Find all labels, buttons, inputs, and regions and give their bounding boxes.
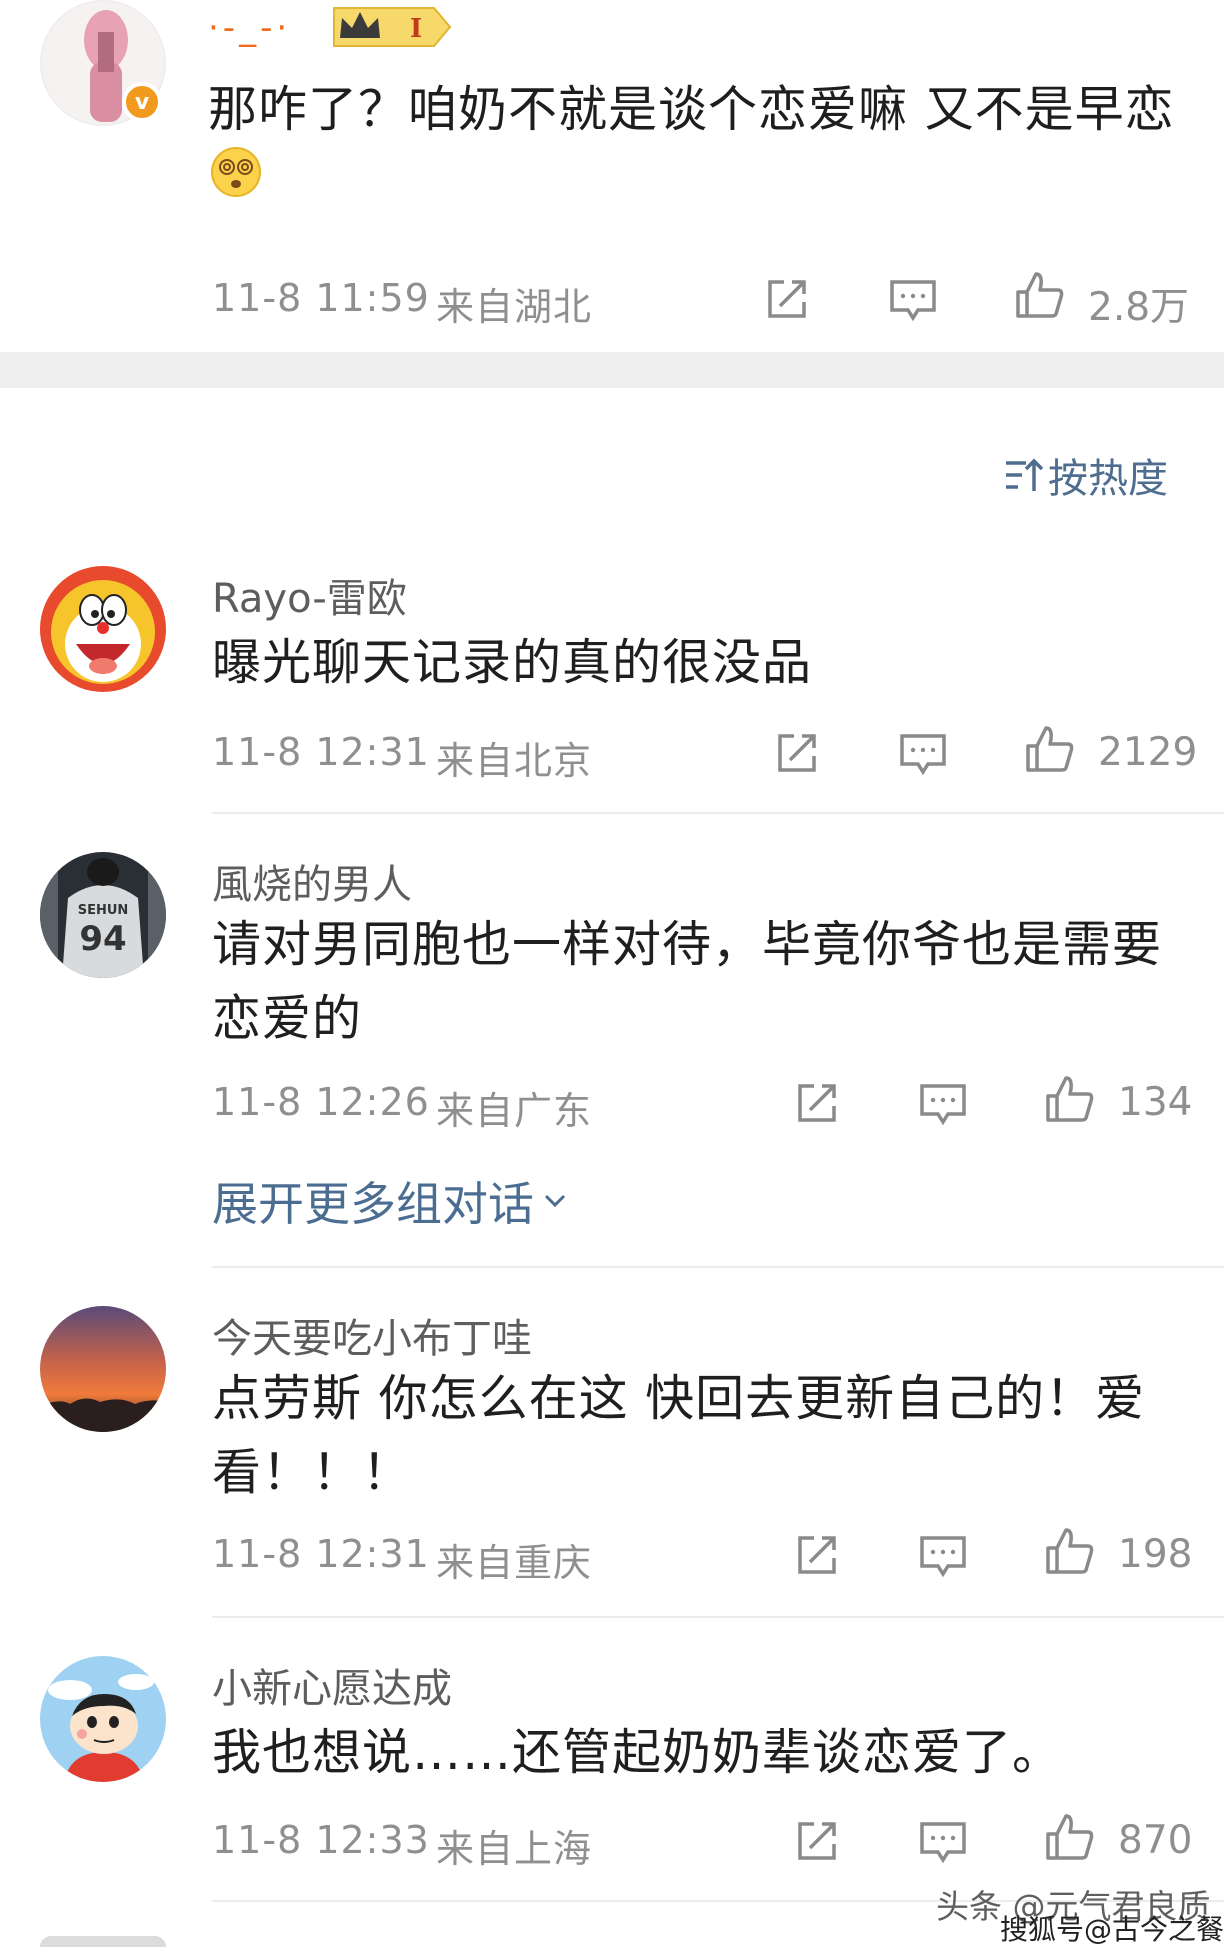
- avatar[interactable]: [40, 1936, 166, 1947]
- like-icon[interactable]: [1014, 270, 1064, 320]
- share-icon[interactable]: [792, 1816, 842, 1866]
- user-name[interactable]: ·-_-·: [208, 8, 291, 48]
- like-count: 134: [1118, 1080, 1193, 1125]
- like-icon[interactable]: [1044, 1526, 1094, 1576]
- comment-location: 来自上海: [436, 1827, 593, 1871]
- comment-icon[interactable]: [918, 1530, 968, 1580]
- like-icon[interactable]: [1024, 724, 1074, 774]
- comment-text: 我也想说……还管起奶奶辈谈恋爱了。: [212, 1724, 1063, 1781]
- like-count: 2.8万: [1088, 285, 1190, 330]
- comment-text: 曝光聊天记录的真的很没品: [212, 634, 813, 691]
- commenter-name[interactable]: 小新心愿达成: [212, 1656, 452, 1714]
- post-time: 11-8 11:59: [212, 276, 430, 320]
- avatar[interactable]: SEHUN 94: [40, 852, 166, 978]
- comment-location: 来自广东: [436, 1089, 593, 1133]
- avatar-image: SEHUN 94: [40, 852, 166, 978]
- like-count: 198: [1118, 1532, 1193, 1577]
- commenter-name[interactable]: 今天要吃小布丁哇: [212, 1306, 532, 1364]
- comment-time: 11-8 12:33: [212, 1818, 430, 1862]
- level-badge: I: [330, 4, 454, 50]
- chevron-down-icon: [544, 1194, 566, 1208]
- sort-button[interactable]: 按热度: [1004, 446, 1168, 504]
- comment-icon[interactable]: [888, 274, 938, 324]
- sort-icon: [1006, 458, 1044, 491]
- avatar-image: [40, 1656, 166, 1782]
- share-icon[interactable]: [772, 728, 822, 778]
- comment-icon[interactable]: [918, 1816, 968, 1866]
- expand-conversation-link[interactable]: 展开更多组对话: [212, 1168, 572, 1234]
- share-icon[interactable]: [792, 1530, 842, 1580]
- expand-label: 展开更多组对话: [212, 1177, 534, 1231]
- comment-time: 11-8 12:31: [212, 730, 430, 774]
- like-count: 870: [1118, 1818, 1193, 1863]
- commenter-name[interactable]: 風烧的男人: [212, 852, 412, 910]
- comment-time: 11-8 12:26: [212, 1080, 430, 1124]
- comment-icon[interactable]: [918, 1078, 968, 1128]
- share-icon[interactable]: [792, 1078, 842, 1128]
- like-icon[interactable]: [1044, 1074, 1094, 1124]
- like-icon[interactable]: [1044, 1812, 1094, 1862]
- comment-location: 来自北京: [436, 739, 593, 783]
- sort-label: 按热度: [1048, 456, 1168, 502]
- comment-text-line-2: 看！！！: [212, 1444, 413, 1501]
- svg-text:94: 94: [79, 919, 126, 959]
- jersey-text: SEHUN: [78, 903, 129, 918]
- level-text: I: [410, 14, 422, 44]
- divider: [212, 812, 1224, 814]
- verified-icon: v: [122, 82, 162, 122]
- watermark-sohu: 搜狐号@古今之餐: [1000, 1913, 1224, 1946]
- section-divider: [0, 352, 1224, 388]
- comment-icon[interactable]: [898, 728, 948, 778]
- avatar[interactable]: [40, 1306, 166, 1432]
- comment-text-line-2: 恋爱的: [212, 990, 363, 1047]
- avatar-image: [40, 1306, 166, 1432]
- like-count: 2129: [1098, 730, 1198, 775]
- comment-location: 来自重庆: [436, 1541, 593, 1585]
- dizzy-face-icon: [210, 146, 262, 198]
- post-location: 来自湖北: [436, 285, 593, 329]
- comment-time: 11-8 12:31: [212, 1532, 430, 1576]
- avatar-image: [40, 566, 166, 692]
- post-text: 那咋了？咱奶不就是谈个恋爱嘛 又不是早恋: [208, 81, 1175, 138]
- divider: [212, 1266, 1224, 1268]
- divider: [212, 1616, 1224, 1618]
- avatar[interactable]: [40, 566, 166, 692]
- comment-text-line-1: 请对男同胞也一样对待，毕竟你爷也是需要: [212, 916, 1163, 973]
- avatar[interactable]: [40, 1656, 166, 1782]
- share-icon[interactable]: [762, 274, 812, 324]
- comment-text-line-1: 点劳斯 你怎么在这 快回去更新自己的！爱: [212, 1370, 1146, 1427]
- top-post: v ·-_-· I 那咋了？咱奶不就是谈个恋爱嘛 又不是早恋 11-8 11:5…: [0, 0, 1224, 352]
- commenter-name[interactable]: Rayo-雷欧: [212, 566, 407, 624]
